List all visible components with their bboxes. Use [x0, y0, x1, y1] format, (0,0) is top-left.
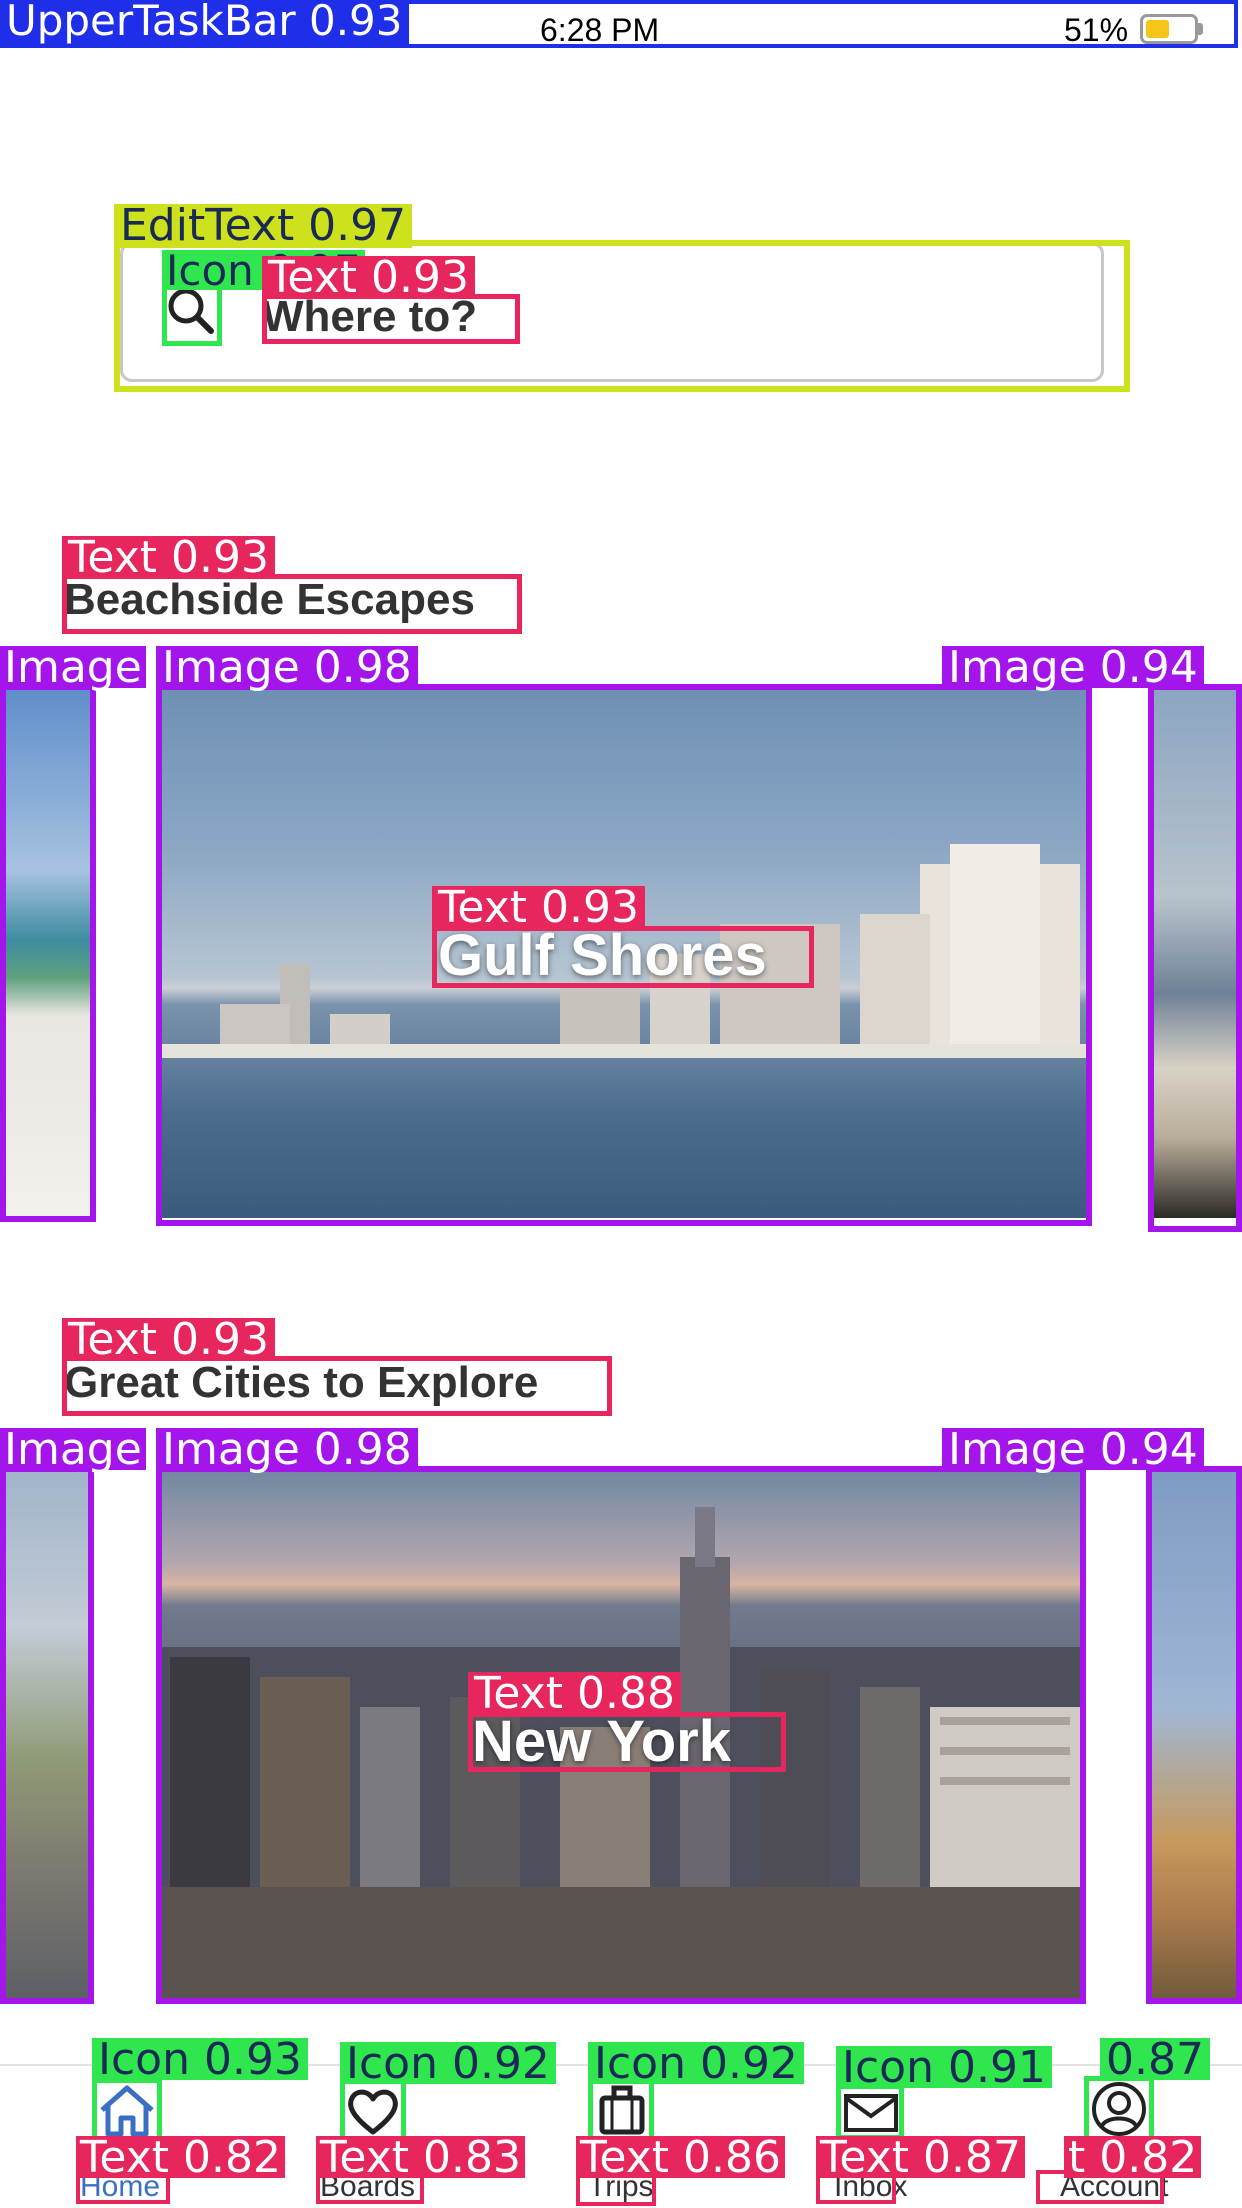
annotation-label-tab-text-trips: Text 0.86 [576, 2136, 785, 2180]
annotation-box-beach-title [62, 574, 522, 634]
annotation-label-tab-icon-home: Icon 0.93 [92, 2038, 308, 2082]
annotation-label-tab-text-home: Text 0.82 [76, 2136, 285, 2180]
annotation-label-task-bar: UpperTaskBar 0.93 [0, 0, 409, 44]
annotation-box-city-left [0, 1466, 94, 2004]
annotation-label-beach-left: Image [0, 646, 146, 690]
annotation-label-city-left: Image [0, 1428, 146, 1472]
annotation-label-city-right: Image 0.94 [942, 1428, 1204, 1472]
annotation-label-city-main: Image 0.98 [156, 1428, 418, 1472]
annotation-label-beach-main: Image 0.98 [156, 646, 418, 690]
annotation-box-beach-left [0, 684, 96, 1222]
annotation-label-tab-icon-trips: Icon 0.92 [588, 2042, 804, 2086]
annotation-box-city-label [468, 1712, 786, 1772]
annotation-box-city-title [62, 1356, 612, 1416]
annotation-box-beach-right [1148, 684, 1242, 1232]
annotation-label-tab-icon-inbox: Icon 0.91 [836, 2046, 1052, 2090]
annotation-label-city-title: Text 0.93 [62, 1318, 275, 1362]
annotation-label-tab-icon-account: 0.87 [1100, 2038, 1210, 2082]
annotation-label-tab-text-boards: Text 0.83 [316, 2136, 525, 2180]
annotation-label-tab-text-inbox: Text 0.87 [816, 2136, 1025, 2180]
annotation-label-edit-text: EditText 0.97 [114, 204, 413, 248]
annotation-box-beach-label [432, 926, 814, 988]
annotation-label-city-label: Text 0.88 [468, 1672, 681, 1716]
annotation-label-beach-right: Image 0.94 [942, 646, 1204, 690]
annotation-label-search-text: Text 0.93 [262, 256, 475, 300]
annotation-label-beach-title: Text 0.93 [62, 536, 275, 580]
annotation-label-tab-text-account: t 0.82 [1064, 2136, 1202, 2180]
annotation-label-beach-label: Text 0.93 [432, 886, 645, 930]
annotation-box-city-right [1146, 1466, 1242, 2004]
annotation-label-tab-icon-boards: Icon 0.92 [340, 2042, 556, 2086]
